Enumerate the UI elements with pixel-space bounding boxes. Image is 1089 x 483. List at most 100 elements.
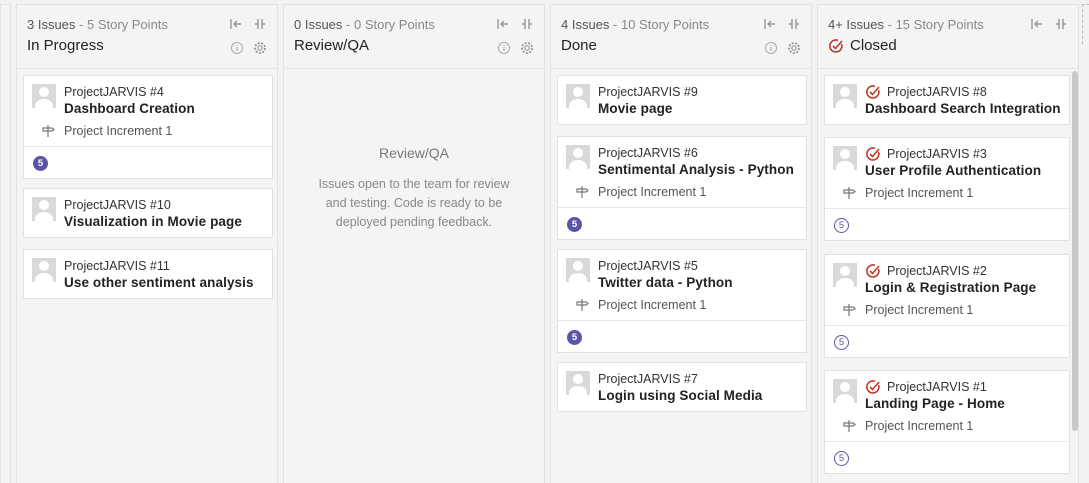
column-closed: 4+ Issues - 15 Story Points Closed Proje…: [817, 4, 1079, 483]
collapse-column-icon[interactable]: [496, 17, 510, 31]
card-iteration-label: Project Increment 1: [598, 185, 707, 199]
column-scrollbar[interactable]: [1072, 71, 1078, 431]
card-project-id[interactable]: ProjectJARVIS #11: [64, 258, 264, 274]
card-title[interactable]: Login & Registration Page: [865, 279, 1061, 297]
separator: -: [342, 17, 354, 32]
card-title[interactable]: Dashboard Search Integration: [865, 100, 1061, 118]
issue-count: 4+ Issues: [828, 17, 885, 32]
card-project-id[interactable]: ProjectJARVIS #1: [865, 379, 1061, 395]
issue-card[interactable]: ProjectJARVIS #5 Twitter data - Python P…: [557, 249, 807, 353]
issue-card[interactable]: ProjectJARVIS #6 Sentimental Analysis - …: [557, 136, 807, 240]
card-project-id-label[interactable]: ProjectJARVIS #1: [887, 379, 987, 395]
card-project-id[interactable]: ProjectJARVIS #3: [865, 146, 1061, 162]
card-iteration: Project Increment 1: [576, 296, 798, 314]
issue-card[interactable]: ProjectJARVIS #8 Dashboard Search Integr…: [824, 75, 1070, 125]
issue-card[interactable]: ProjectJARVIS #4 Dashboard Creation Proj…: [23, 75, 273, 179]
column-title: Closed: [828, 37, 1068, 54]
card-project-id-label[interactable]: ProjectJARVIS #8: [887, 84, 987, 100]
iteration-signpost-icon: [843, 304, 856, 316]
avatar: [32, 258, 56, 282]
card-iteration-label: Project Increment 1: [865, 419, 974, 433]
card-project-id[interactable]: ProjectJARVIS #7: [598, 371, 798, 387]
card-iteration-label: Project Increment 1: [64, 124, 173, 138]
column-stub: [0, 4, 11, 483]
card-project-id[interactable]: ProjectJARVIS #4: [64, 84, 264, 100]
card-iteration: Project Increment 1: [843, 301, 1061, 319]
iteration-signpost-icon: [843, 187, 856, 199]
column-in-progress: 3 Issues - 5 Story Points In Progress Pr…: [16, 4, 278, 483]
card-project-id[interactable]: ProjectJARVIS #10: [64, 197, 264, 213]
card-title[interactable]: Sentimental Analysis - Python: [598, 161, 798, 179]
card-footer: 5: [558, 207, 806, 239]
info-icon[interactable]: [230, 41, 244, 55]
closed-status-icon: [866, 264, 880, 278]
story-points: 15 Story Points: [895, 17, 984, 32]
add-column-dropzone[interactable]: [1082, 4, 1089, 44]
card-title[interactable]: Twitter data - Python: [598, 274, 798, 292]
card-project-id[interactable]: ProjectJARVIS #2: [865, 263, 1061, 279]
card-project-id[interactable]: ProjectJARVIS #8: [865, 84, 1061, 100]
collapse-column-icon[interactable]: [763, 17, 777, 31]
card-project-id[interactable]: ProjectJARVIS #6: [598, 145, 798, 161]
split-column-icon[interactable]: [1054, 17, 1068, 31]
card-iteration-label: Project Increment 1: [865, 303, 974, 317]
card-title[interactable]: Dashboard Creation: [64, 100, 264, 118]
avatar: [833, 84, 857, 108]
issue-card[interactable]: ProjectJARVIS #1 Landing Page - Home Pro…: [824, 370, 1070, 474]
issue-card[interactable]: ProjectJARVIS #9 Movie page: [557, 75, 807, 125]
split-column-icon[interactable]: [253, 17, 267, 31]
story-points-badge: 5: [33, 156, 48, 171]
issue-card[interactable]: ProjectJARVIS #11 Use other sentiment an…: [23, 249, 273, 299]
card-title[interactable]: Use other sentiment analysis: [64, 274, 264, 292]
collapse-column-icon[interactable]: [1030, 17, 1044, 31]
info-icon[interactable]: [497, 41, 511, 55]
card-iteration: Project Increment 1: [843, 184, 1061, 202]
gear-icon[interactable]: [253, 41, 267, 55]
card-project-id[interactable]: ProjectJARVIS #5: [598, 258, 798, 274]
card-project-id-label[interactable]: ProjectJARVIS #3: [887, 146, 987, 162]
story-points-badge: 5: [567, 330, 582, 345]
gear-icon[interactable]: [787, 41, 801, 55]
collapse-column-icon[interactable]: [229, 17, 243, 31]
closed-status-icon: [829, 38, 843, 53]
issue-card[interactable]: ProjectJARVIS #7 Login using Social Medi…: [557, 362, 807, 412]
separator: -: [75, 17, 87, 32]
split-column-icon[interactable]: [520, 17, 534, 31]
issue-card[interactable]: ProjectJARVIS #10 Visualization in Movie…: [23, 188, 273, 238]
issue-count: 3 Issues: [27, 17, 76, 32]
card-project-id[interactable]: ProjectJARVIS #9: [598, 84, 798, 100]
column-header: 4+ Issues - 15 Story Points Closed: [818, 5, 1078, 69]
story-points: 5 Story Points: [86, 17, 168, 32]
story-points: 10 Story Points: [620, 17, 710, 32]
card-project-id-label[interactable]: ProjectJARVIS #2: [887, 263, 987, 279]
issue-card[interactable]: ProjectJARVIS #2 Login & Registration Pa…: [824, 254, 1070, 358]
empty-column-message: Review/QA Issues open to the team for re…: [284, 145, 544, 232]
iteration-signpost-icon: [576, 299, 589, 311]
issue-count: 0 Issues: [294, 17, 343, 32]
card-title[interactable]: Movie page: [598, 100, 798, 118]
card-footer: 5: [825, 441, 1069, 473]
column-review-qa: 0 Issues - 0 Story Points Review/QA Revi…: [283, 4, 545, 483]
card-footer: 5: [825, 325, 1069, 357]
column-header: 0 Issues - 0 Story Points Review/QA: [284, 5, 544, 69]
story-points: 0 Story Points: [353, 17, 435, 32]
card-title[interactable]: Login using Social Media: [598, 387, 798, 405]
avatar: [833, 379, 857, 403]
closed-status-icon: [866, 85, 880, 99]
card-title[interactable]: Landing Page - Home: [865, 395, 1061, 413]
card-iteration: Project Increment 1: [576, 183, 798, 201]
separator: -: [609, 17, 621, 32]
gear-icon[interactable]: [520, 41, 534, 55]
column-title-label: Closed: [850, 37, 897, 54]
iteration-signpost-icon: [843, 420, 856, 432]
story-points-badge: 5: [834, 218, 849, 233]
avatar: [32, 197, 56, 221]
card-title[interactable]: User Profile Authentication: [865, 162, 1061, 180]
card-title[interactable]: Visualization in Movie page: [64, 213, 264, 231]
story-points-badge: 5: [834, 335, 849, 350]
avatar: [833, 146, 857, 170]
split-column-icon[interactable]: [787, 17, 801, 31]
info-icon[interactable]: [764, 41, 778, 55]
card-iteration: Project Increment 1: [843, 417, 1061, 435]
issue-card[interactable]: ProjectJARVIS #3 User Profile Authentica…: [824, 137, 1070, 241]
